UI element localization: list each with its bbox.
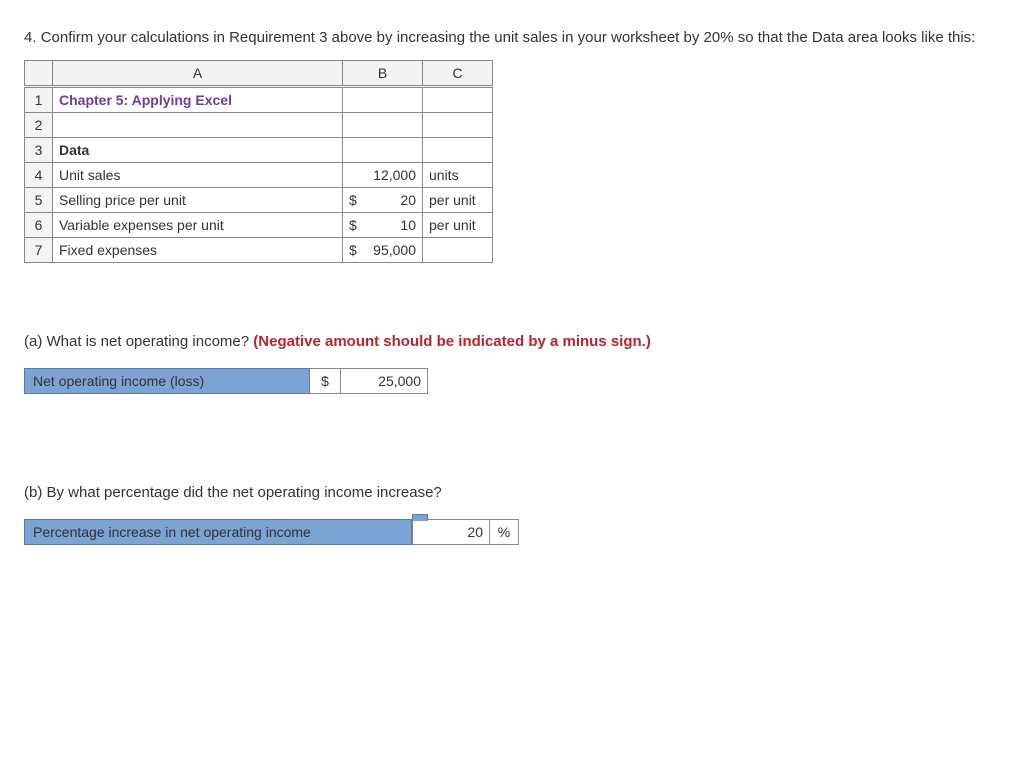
row-header: 1	[25, 87, 53, 113]
table-row: 1Chapter 5: Applying Excel	[25, 87, 493, 113]
cell-c: per unit	[423, 213, 493, 238]
pct-input[interactable]: 20	[412, 519, 490, 545]
data-spreadsheet: A B C 1Chapter 5: Applying Excel23Data4U…	[24, 60, 493, 263]
table-row: 2	[25, 113, 493, 138]
row-header: 4	[25, 163, 53, 188]
cell-c	[423, 113, 493, 138]
dollar-sign: $	[349, 192, 357, 208]
cell-b: $20	[343, 188, 423, 213]
cell-b-value: 10	[400, 217, 416, 233]
cell-c: units	[423, 163, 493, 188]
cell-b: $10	[343, 213, 423, 238]
cell-b: $95,000	[343, 238, 423, 263]
corner-cell	[25, 61, 53, 87]
row-header: 3	[25, 138, 53, 163]
cell-c	[423, 138, 493, 163]
table-row: 5Selling price per unit$20per unit	[25, 188, 493, 213]
part-b-prompt: (b) By what percentage did the net opera…	[24, 484, 1000, 501]
dollar-sign: $	[349, 217, 357, 233]
question-body: Confirm your calculations in Requirement…	[41, 29, 976, 46]
part-a-answer-row: Net operating income (loss) $ 25,000	[24, 368, 1000, 394]
cell-b: 12,000	[343, 163, 423, 188]
part-a-prompt: (a) What is net operating income? (Negat…	[24, 333, 1000, 350]
cell-c: per unit	[423, 188, 493, 213]
question-text: 4. Confirm your calculations in Requirem…	[24, 28, 1000, 48]
row-header: 6	[25, 213, 53, 238]
cell-c	[423, 238, 493, 263]
noi-currency: $	[310, 368, 341, 394]
noi-label: Net operating income (loss)	[24, 368, 310, 394]
part-a-warning: (Negative amount should be indicated by …	[253, 333, 651, 350]
cell-a: Data	[53, 138, 343, 163]
col-header-c: C	[423, 61, 493, 87]
question-number: 4.	[24, 29, 41, 46]
pct-tab-indicator	[412, 514, 428, 521]
table-row: 6Variable expenses per unit$10per unit	[25, 213, 493, 238]
cell-b	[343, 113, 423, 138]
pct-value-text: 20	[467, 524, 483, 540]
cell-a: Selling price per unit	[53, 188, 343, 213]
table-row: 3Data	[25, 138, 493, 163]
cell-a: Fixed expenses	[53, 238, 343, 263]
cell-c	[423, 87, 493, 113]
dollar-sign: $	[349, 242, 357, 258]
table-row: 4Unit sales12,000units	[25, 163, 493, 188]
pct-label: Percentage increase in net operating inc…	[24, 519, 412, 545]
col-header-a: A	[53, 61, 343, 87]
row-header: 7	[25, 238, 53, 263]
cell-a: Chapter 5: Applying Excel	[53, 87, 343, 113]
cell-a	[53, 113, 343, 138]
pct-unit: %	[490, 519, 519, 545]
cell-a: Unit sales	[53, 163, 343, 188]
row-header: 2	[25, 113, 53, 138]
table-row: 7Fixed expenses$95,000	[25, 238, 493, 263]
part-a-text: (a) What is net operating income?	[24, 333, 253, 350]
cell-b	[343, 138, 423, 163]
cell-b-value: 20	[400, 192, 416, 208]
part-b-answer-row: Percentage increase in net operating inc…	[24, 519, 1000, 545]
cell-a: Variable expenses per unit	[53, 213, 343, 238]
cell-b	[343, 87, 423, 113]
col-header-b: B	[343, 61, 423, 87]
cell-b-value: 95,000	[373, 242, 416, 258]
row-header: 5	[25, 188, 53, 213]
noi-input[interactable]: 25,000	[341, 368, 428, 394]
